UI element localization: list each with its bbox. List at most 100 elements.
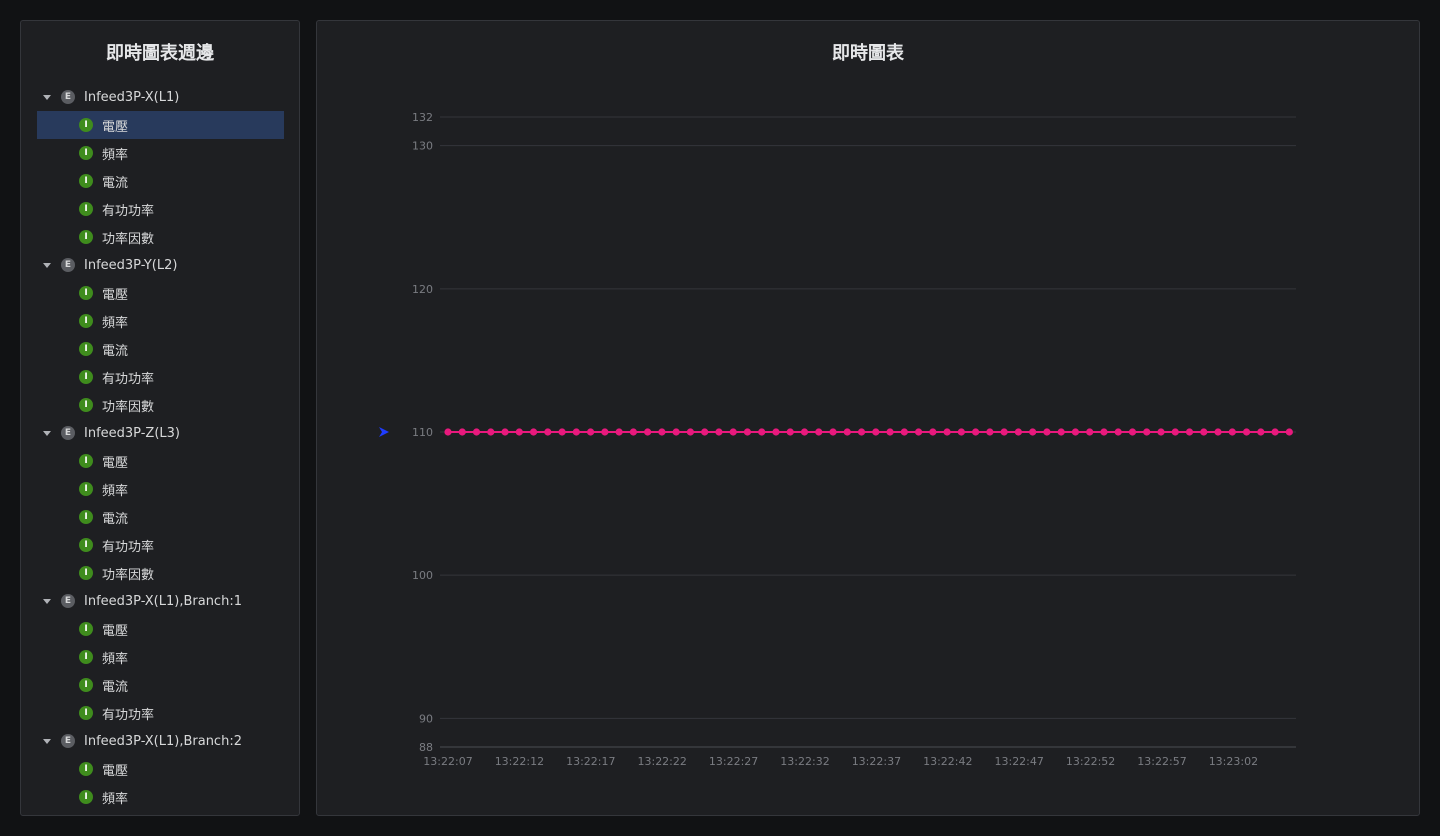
item-badge-icon: I bbox=[79, 566, 93, 580]
tree-item[interactable]: I 有功功率 bbox=[37, 699, 284, 727]
x-tick-label: 13:22:07 bbox=[423, 755, 472, 768]
tree-group[interactable]: E Infeed3P-X(L1) bbox=[37, 83, 284, 111]
data-point bbox=[729, 428, 737, 436]
caret-down-icon[interactable] bbox=[43, 262, 51, 268]
tree-item-label: 頻率 bbox=[102, 791, 129, 807]
tree-group-label: Infeed3P-Y(L2) bbox=[84, 257, 178, 273]
data-point bbox=[1014, 428, 1023, 436]
item-badge-icon: I bbox=[79, 202, 93, 216]
data-point bbox=[1171, 428, 1179, 436]
caret-down-icon[interactable] bbox=[43, 738, 51, 744]
tree-item[interactable]: I 頻率 bbox=[37, 307, 284, 335]
item-badge-icon: I bbox=[79, 482, 93, 496]
data-point bbox=[1242, 428, 1251, 436]
data-point bbox=[515, 428, 523, 436]
item-badge-icon: I bbox=[79, 622, 93, 636]
tree-group[interactable]: E Infeed3P-Z(L3) bbox=[37, 419, 284, 447]
tree-group-label: Infeed3P-X(L1),Branch:1 bbox=[84, 593, 242, 609]
tree-item[interactable]: I 有功功率 bbox=[37, 531, 284, 559]
data-point bbox=[929, 428, 937, 436]
data-point bbox=[1285, 428, 1293, 436]
item-badge-icon: I bbox=[79, 146, 93, 160]
data-point bbox=[943, 428, 951, 436]
x-tick-label: 13:22:27 bbox=[709, 755, 758, 768]
caret-down-icon[interactable] bbox=[43, 94, 51, 100]
tree-item-label: 頻率 bbox=[102, 147, 129, 163]
item-badge-icon: I bbox=[79, 342, 93, 356]
tree-item[interactable]: I 頻率 bbox=[37, 139, 284, 167]
data-point bbox=[1128, 428, 1137, 436]
caret-down-icon[interactable] bbox=[43, 430, 51, 436]
tree-group-label: Infeed3P-X(L1) bbox=[84, 89, 180, 105]
data-point bbox=[1157, 428, 1165, 436]
data-point bbox=[1200, 428, 1208, 436]
data-point bbox=[815, 428, 823, 436]
data-point bbox=[686, 428, 695, 436]
peripherals-panel: 即時圖表週邊 E Infeed3P-X(L1) I 電壓 I 頻率 I 電流 I 有功功率 I 功率因… bbox=[20, 20, 300, 816]
data-point bbox=[1057, 428, 1065, 436]
data-point bbox=[644, 428, 652, 436]
item-badge-icon: I bbox=[79, 790, 93, 804]
tree-item[interactable]: I 電流 bbox=[37, 503, 284, 531]
data-point bbox=[587, 428, 595, 436]
tree-item[interactable]: I 頻率 bbox=[37, 475, 284, 503]
tree-item-label: 有功功率 bbox=[102, 539, 155, 555]
tree-item-label: 電壓 bbox=[102, 623, 129, 639]
item-badge-icon: I bbox=[79, 650, 93, 664]
tree-item[interactable]: I 功率因數 bbox=[37, 391, 284, 419]
tree-item[interactable]: I 頻率 bbox=[37, 783, 284, 811]
x-tick-label: 13:23:02 bbox=[1209, 755, 1258, 768]
item-badge-icon: I bbox=[79, 762, 93, 776]
realtime-chart-panel: 即時圖表 88 90 100 110 120 130 132 13:22:07 13:22:12… bbox=[316, 20, 1420, 816]
tree-item[interactable]: I 電壓 bbox=[37, 111, 284, 139]
data-point bbox=[972, 428, 980, 436]
tree-item-label: 頻率 bbox=[102, 315, 129, 331]
tree-item-label: 有功功率 bbox=[102, 203, 155, 219]
data-point bbox=[601, 428, 609, 436]
tree-item[interactable]: I 頻率 bbox=[37, 643, 284, 671]
tree-item[interactable]: I 功率因數 bbox=[37, 559, 284, 587]
x-tick-label: 13:22:57 bbox=[1137, 755, 1186, 768]
data-point bbox=[629, 428, 637, 436]
tree-item-label: 功率因數 bbox=[102, 399, 155, 415]
tree-item[interactable]: I 電流 bbox=[37, 335, 284, 363]
tree-item-label: 功率因數 bbox=[102, 231, 155, 247]
peripherals-panel-title: 即時圖表週邊 bbox=[106, 43, 214, 64]
item-badge-icon: I bbox=[79, 370, 93, 384]
tree-item[interactable]: I 有功功率 bbox=[37, 363, 284, 391]
tree-group[interactable]: E Infeed3P-X(L1),Branch:2 bbox=[37, 727, 284, 755]
tree-item[interactable]: I 電壓 bbox=[37, 447, 284, 475]
x-tick-label: 13:22:52 bbox=[1066, 755, 1115, 768]
tree-item[interactable]: I 有功功率 bbox=[37, 195, 284, 223]
tree-item[interactable]: I 電壓 bbox=[37, 755, 284, 783]
data-point bbox=[572, 428, 580, 436]
data-point bbox=[1114, 428, 1122, 436]
caret-down-icon[interactable] bbox=[43, 598, 51, 604]
tree-item[interactable]: I 電流 bbox=[37, 167, 284, 195]
data-point bbox=[1000, 428, 1008, 436]
tree-item-label: 電流 bbox=[102, 511, 129, 527]
tree-item[interactable]: I 電流 bbox=[37, 671, 284, 699]
tree-group[interactable]: E Infeed3P-Y(L2) bbox=[37, 251, 284, 279]
data-point bbox=[1257, 428, 1265, 436]
item-badge-icon: I bbox=[79, 398, 93, 412]
tree-item-label: 有功功率 bbox=[102, 371, 155, 387]
data-point bbox=[1071, 428, 1080, 436]
item-badge-icon: I bbox=[79, 706, 93, 720]
item-badge-icon: I bbox=[79, 678, 93, 692]
entity-badge-icon: E bbox=[61, 426, 75, 440]
item-badge-icon: I bbox=[79, 286, 93, 300]
data-point bbox=[529, 428, 538, 436]
item-badge-icon: I bbox=[79, 454, 93, 468]
tree-item[interactable]: I 功率因數 bbox=[37, 223, 284, 251]
tree-group[interactable]: E Infeed3P-X(L1),Branch:1 bbox=[37, 587, 284, 615]
data-point bbox=[758, 428, 766, 436]
realtime-chart: 88 90 100 110 120 130 132 13:22:07 13:22:12 13:22… bbox=[379, 111, 1296, 768]
tree-item-label: 頻率 bbox=[102, 651, 129, 667]
tree-item-label: 電壓 bbox=[102, 455, 129, 471]
data-point bbox=[886, 428, 894, 436]
data-point bbox=[715, 428, 723, 436]
tree-item[interactable]: I 電壓 bbox=[37, 615, 284, 643]
tree-item[interactable]: I 電壓 bbox=[37, 279, 284, 307]
data-point bbox=[501, 428, 509, 436]
